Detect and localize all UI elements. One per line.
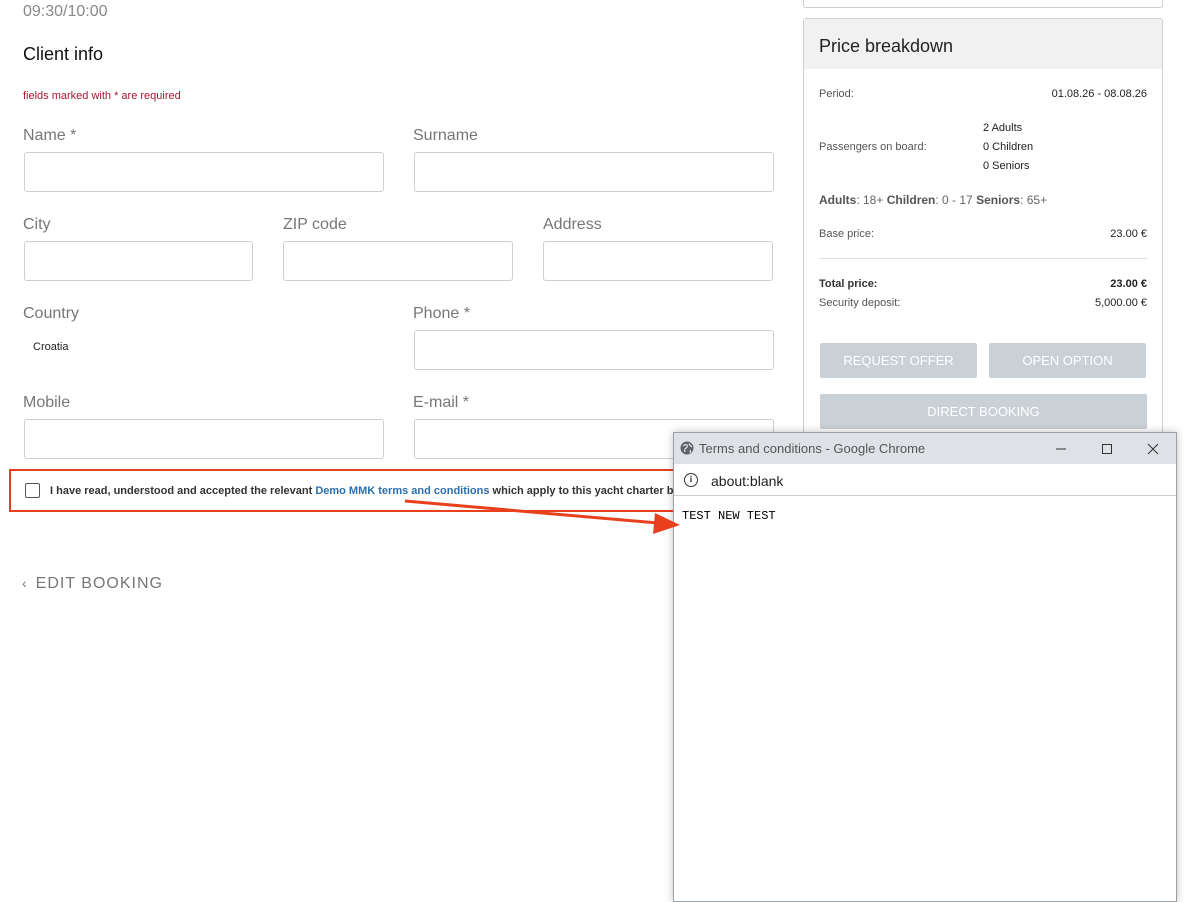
passengers-children: 0 Children [983,141,1034,153]
terms-popup-window: Terms and conditions - Google Chrome i a… [673,432,1177,902]
total-price-label: Total price: [819,278,878,290]
price-divider [819,258,1147,259]
total-price-value: 23.00 € [1110,278,1147,290]
chevron-left-icon: ‹ [22,575,28,591]
city-input[interactable] [24,241,253,281]
terms-checkbox[interactable] [25,483,40,498]
mobile-input[interactable] [24,419,384,459]
edit-booking-label: EDIT BOOKING [35,575,163,592]
close-icon[interactable] [1141,437,1165,461]
security-deposit-label: Security deposit: [819,297,901,309]
price-breakdown-panel: Price breakdown Period: 01.08.26 - 08.08… [803,18,1163,448]
price-breakdown-title: Price breakdown [804,19,1162,69]
direct-booking-button[interactable]: DIRECT BOOKING [820,394,1147,429]
request-offer-button[interactable]: REQUEST OFFER [820,343,977,378]
country-select[interactable]: Croatia [33,341,68,353]
base-price-value: 23.00 € [1110,228,1147,240]
phone-label: Phone * [413,305,470,322]
phone-input[interactable] [414,330,774,370]
terms-text: I have read, understood and accepted the… [50,485,674,497]
popup-address-bar[interactable]: i about:blank [674,464,1176,496]
minimize-icon[interactable] [1049,437,1073,461]
base-price-label: Base price: [819,228,875,240]
passengers-label: Passengers on board: [819,141,927,153]
security-deposit-value: 5,000.00 € [1095,297,1147,309]
name-input[interactable] [24,152,384,192]
passengers-adults: 2 Adults [983,122,1023,134]
zip-input[interactable] [283,241,513,281]
client-info-title: Client info [23,44,104,64]
maximize-icon[interactable] [1095,437,1119,461]
popup-titlebar[interactable]: Terms and conditions - Google Chrome [674,433,1176,464]
previous-panel-edge [803,0,1163,8]
surname-input[interactable] [414,152,774,192]
globe-icon [680,441,694,455]
address-label: Address [543,216,602,233]
email-label: E-mail * [413,394,470,411]
popup-url: about:blank [711,473,784,489]
passengers-seniors: 0 Seniors [983,160,1030,172]
address-input[interactable] [543,241,773,281]
city-label: City [23,216,51,233]
zip-label: ZIP code [283,216,347,233]
name-label: Name * [23,127,77,144]
popup-body-text: TEST NEW TEST [682,509,776,523]
terms-prefix: I have read, understood and accepted the… [50,485,316,497]
mobile-label: Mobile [23,394,71,411]
popup-window-title: Terms and conditions - Google Chrome [699,441,926,456]
terms-suffix: which apply to this yacht charter bookin… [492,485,674,497]
age-categories: Adults: 18+ Children: 0 - 17 Seniors: 65… [819,193,1048,207]
surname-label: Surname [413,127,478,144]
country-label: Country [23,305,80,322]
info-icon[interactable]: i [684,473,698,487]
terms-link[interactable]: Demo MMK terms and conditions [315,485,489,497]
open-option-button[interactable]: OPEN OPTION [989,343,1146,378]
edit-booking-link[interactable]: ‹ EDIT BOOKING [22,575,163,593]
required-fields-note: fields marked with * are required [23,90,181,102]
booking-time: 09:30/10:00 [23,3,108,20]
period-label: Period: [819,88,854,100]
period-value: 01.08.26 - 08.08.26 [1051,88,1147,100]
